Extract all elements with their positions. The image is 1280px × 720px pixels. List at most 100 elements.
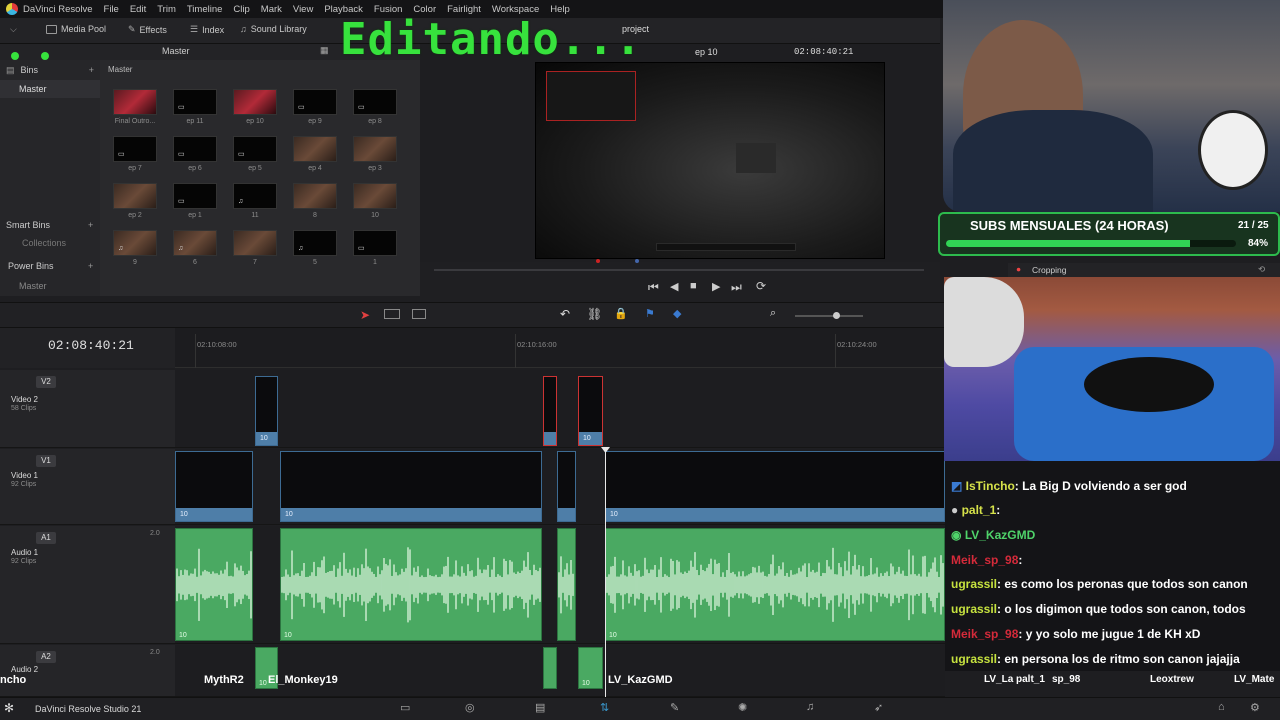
media-clip-thumbnail[interactable] — [353, 183, 397, 209]
skip-start-icon[interactable]: ⏮ — [648, 280, 659, 295]
video-clip-v2[interactable] — [543, 376, 557, 446]
video-clip-v1[interactable]: 10 — [605, 451, 945, 522]
viewer-frame[interactable] — [535, 62, 885, 259]
media-clip-thumbnail[interactable]: ▭ — [173, 183, 217, 209]
media-clip-thumbnail[interactable]: ▭ — [353, 89, 397, 115]
track-header-v2[interactable]: V2 Video 2 58 Clips — [0, 370, 175, 448]
color-page-icon[interactable]: ✺ — [738, 701, 747, 714]
settings-icon[interactable]: ⚙ — [1250, 701, 1260, 714]
audio-clip-a1[interactable]: 10 — [280, 528, 542, 641]
edit-page-icon[interactable]: ▤ — [535, 701, 545, 714]
bin-master[interactable]: Master — [0, 80, 100, 98]
grid-view-icon[interactable]: ▦ — [320, 45, 329, 56]
menu-clip[interactable]: Clip — [233, 4, 249, 15]
track-header-a2[interactable]: A2 Audio 2 2.0 — [0, 645, 175, 697]
index-button[interactable]: ☰ Index — [190, 24, 224, 35]
stop-icon[interactable]: ■ — [690, 280, 697, 292]
media-clip-thumbnail[interactable]: ▭ — [353, 230, 397, 256]
video-clip-v2[interactable]: 10 — [578, 376, 603, 446]
audio-clip-a1[interactable] — [557, 528, 576, 641]
edit-page-active-icon[interactable]: ⇅ — [600, 701, 609, 714]
video-clip-v2[interactable]: 10 — [255, 376, 278, 446]
play-icon[interactable]: ▶ — [712, 280, 720, 293]
menu-fairlight[interactable]: Fairlight — [447, 4, 481, 15]
media-clip-thumbnail[interactable] — [353, 136, 397, 162]
cut-page-icon[interactable]: ◎ — [465, 701, 475, 714]
link-icon[interactable]: ⛓ — [587, 307, 602, 321]
play-reverse-icon[interactable]: ◀ — [670, 280, 678, 293]
selection-tool-icon[interactable]: ➤ — [360, 308, 370, 322]
media-page-icon[interactable]: ▭ — [400, 701, 410, 714]
snapping-icon[interactable]: ↶ — [560, 307, 570, 321]
media-clip-thumbnail[interactable]: ▭ — [113, 136, 157, 162]
menu-mark[interactable]: Mark — [261, 4, 282, 15]
menu-workspace[interactable]: Workspace — [492, 4, 539, 15]
track-header-a1[interactable]: A1 Audio 1 92 Clips 2.0 — [0, 526, 175, 644]
menu-timeline[interactable]: Timeline — [187, 4, 223, 15]
media-clip-thumbnail[interactable]: ♫ — [173, 230, 217, 256]
sound-library-button[interactable]: ♫ Sound Library — [240, 24, 307, 34]
menu-playback[interactable]: Playback — [324, 4, 363, 15]
add-power-bin-icon[interactable]: + — [88, 261, 93, 271]
reset-icon[interactable]: ⟲ — [1258, 264, 1265, 275]
loop-icon[interactable]: ⟳ — [756, 279, 766, 293]
fairlight-page-icon[interactable]: ♫ — [806, 701, 814, 713]
media-clip-thumbnail[interactable]: ♫ — [113, 230, 157, 256]
media-clip-thumbnail[interactable] — [293, 136, 337, 162]
media-pool-button[interactable]: Media Pool — [46, 24, 106, 34]
playhead[interactable] — [605, 450, 606, 697]
lock-icon[interactable]: 🔒 — [614, 307, 628, 320]
menu-view[interactable]: View — [293, 4, 313, 15]
menu-edit[interactable]: Edit — [130, 4, 146, 15]
resolve-app-icon[interactable]: ✻ — [4, 701, 14, 715]
zoom-slider-handle[interactable] — [833, 312, 840, 319]
effects-button[interactable]: ✎ Effects — [128, 24, 167, 35]
add-bin-icon[interactable]: + — [89, 65, 94, 75]
media-clip-thumbnail[interactable]: ▭ — [173, 136, 217, 162]
marker-icon[interactable]: ◆ — [673, 307, 681, 320]
add-smart-bin-icon[interactable]: + — [88, 220, 93, 230]
audio-clip-a2[interactable]: 10 — [578, 647, 603, 689]
collections-label[interactable]: Collections — [22, 238, 66, 248]
audio-clip-a1[interactable]: 10 — [175, 528, 253, 641]
audio-clip-a2[interactable] — [543, 647, 557, 689]
scrubber-track[interactable] — [434, 269, 924, 271]
zoom-icon[interactable]: ⌕ — [770, 307, 776, 320]
audio-clip-a1[interactable]: 10 — [605, 528, 945, 641]
media-clip-thumbnail[interactable] — [233, 230, 277, 256]
media-clip-thumbnail[interactable]: ♫ — [233, 183, 277, 209]
video-clip-v1[interactable] — [557, 451, 576, 522]
trim-tool-icon[interactable] — [384, 309, 400, 319]
fusion-page-icon[interactable]: ✎ — [670, 701, 679, 714]
media-clip-thumbnail[interactable]: ▭ — [293, 89, 337, 115]
track-header-v1[interactable]: V1 Video 1 92 Clips — [0, 449, 175, 525]
power-bins-label[interactable]: Power Bins — [8, 261, 54, 271]
flag-icon[interactable]: ⚑ — [645, 307, 655, 320]
menu-trim[interactable]: Trim — [157, 4, 176, 15]
expand-toggle-button[interactable]: ⌵ — [10, 24, 17, 35]
media-clip-thumbnail[interactable]: ▭ — [173, 89, 217, 115]
timeline-name-select[interactable]: ep 10 — [695, 47, 718, 57]
cropping-label[interactable]: Cropping — [1032, 265, 1067, 275]
media-clip-thumbnail[interactable] — [293, 183, 337, 209]
menu-fusion[interactable]: Fusion — [374, 4, 403, 15]
media-clip-thumbnail[interactable]: ▭ — [233, 136, 277, 162]
menu-file[interactable]: File — [104, 4, 119, 15]
zoom-slider[interactable] — [795, 315, 863, 317]
media-clip-thumbnail[interactable] — [233, 89, 277, 115]
taskbar-app-label[interactable]: DaVinci Resolve Studio 21 — [35, 704, 141, 714]
skip-end-icon[interactable]: ⏭ — [731, 280, 742, 295]
video-clip-v1[interactable]: 10 — [175, 451, 253, 522]
menu-color[interactable]: Color — [413, 4, 436, 15]
media-clip-thumbnail[interactable] — [113, 183, 157, 209]
deliver-page-icon[interactable]: ➶ — [874, 701, 883, 714]
media-clip-thumbnail[interactable]: ♫ — [293, 230, 337, 256]
home-icon[interactable]: ⌂ — [1218, 701, 1225, 713]
menu-help[interactable]: Help — [550, 4, 570, 15]
smart-bins-label[interactable]: Smart Bins — [6, 220, 50, 230]
timeline-ruler[interactable]: 02:10:08:00 02:10:16:00 02:10:24:00 — [175, 328, 945, 368]
video-clip-v1[interactable]: 10 — [280, 451, 542, 522]
power-bin-master[interactable]: Master — [19, 281, 47, 291]
blade-tool-icon[interactable] — [412, 309, 426, 319]
media-clip-thumbnail[interactable] — [113, 89, 157, 115]
